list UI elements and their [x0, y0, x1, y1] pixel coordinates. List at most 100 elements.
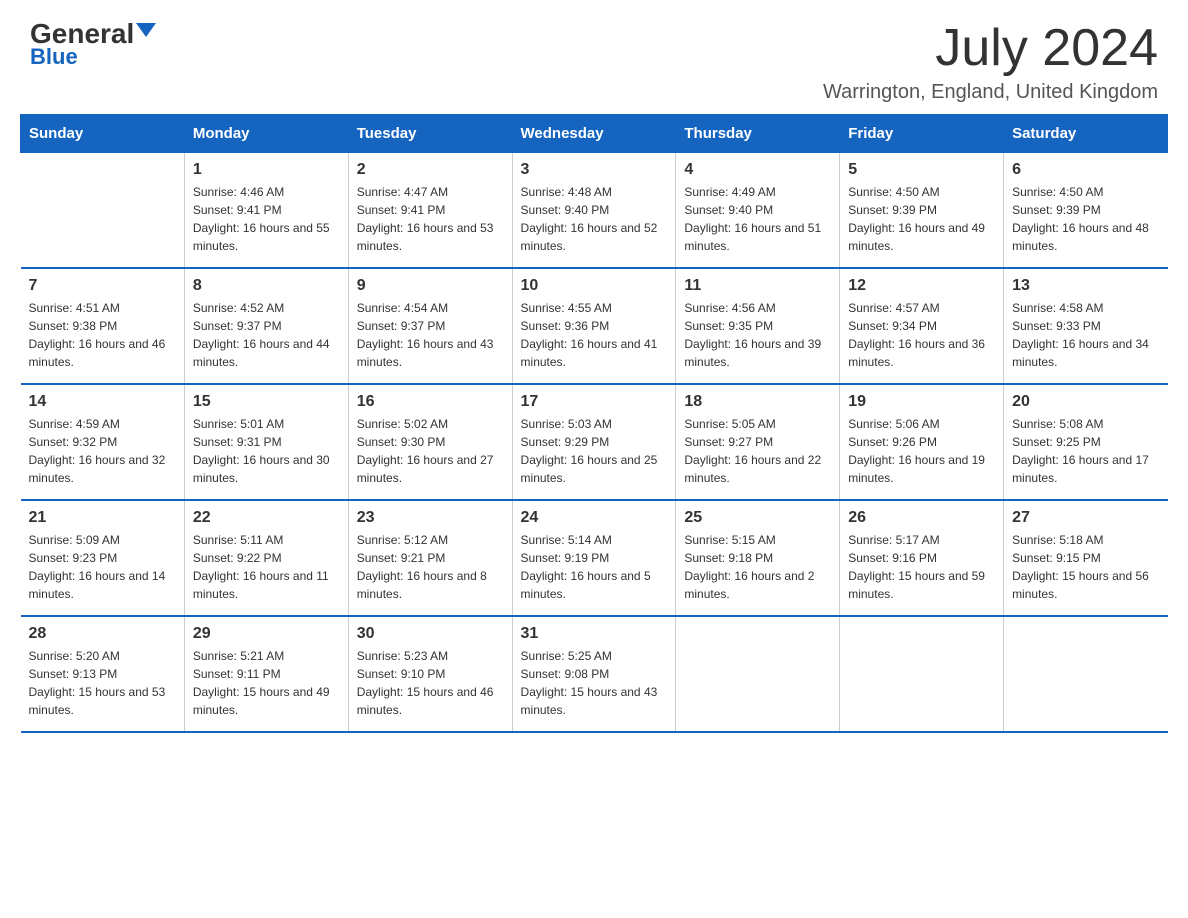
title-area: July 2024 Warrington, England, United Ki…	[823, 20, 1158, 104]
day-info: Sunrise: 5:03 AMSunset: 9:29 PMDaylight:…	[521, 415, 668, 487]
calendar-day-cell: 16Sunrise: 5:02 AMSunset: 9:30 PMDayligh…	[348, 384, 512, 500]
day-info: Sunrise: 4:52 AMSunset: 9:37 PMDaylight:…	[193, 299, 340, 371]
calendar-week-row: 1Sunrise: 4:46 AMSunset: 9:41 PMDaylight…	[21, 153, 1168, 269]
calendar-day-cell: 13 Sunrise: 4:58 AMSunset: 9:33 PMDayligh…	[1004, 268, 1168, 384]
col-friday: Friday	[840, 115, 1004, 153]
day-number: 19	[848, 393, 995, 411]
day-info: Sunrise: 5:12 AMSunset: 9:21 PMDaylight:…	[357, 531, 504, 603]
day-number: 30	[357, 625, 504, 643]
col-sunday: Sunday	[21, 115, 185, 153]
calendar-day-cell: 4Sunrise: 4:49 AMSunset: 9:40 PMDaylight…	[676, 153, 840, 269]
calendar-day-cell: 14Sunrise: 4:59 AMSunset: 9:32 PMDayligh…	[21, 384, 185, 500]
day-number: 9	[357, 277, 504, 295]
day-info: Sunrise: 5:09 AMSunset: 9:23 PMDaylight:…	[29, 531, 176, 603]
calendar-day-cell	[676, 616, 840, 732]
calendar-title: July 2024	[823, 20, 1158, 77]
day-number: 10	[521, 277, 668, 295]
calendar-header-row: Sunday Monday Tuesday Wednesday Thursday…	[21, 115, 1168, 153]
day-info: Sunrise: 4:57 AMSunset: 9:34 PMDaylight:…	[848, 299, 995, 371]
day-info: Sunrise: 4:50 AMSunset: 9:39 PMDaylight:…	[848, 183, 995, 255]
calendar-day-cell: 6Sunrise: 4:50 AMSunset: 9:39 PMDaylight…	[1004, 153, 1168, 269]
day-number: 22	[193, 509, 340, 527]
logo-blue: Blue	[30, 44, 78, 70]
day-info: Sunrise: 4:51 AMSunset: 9:38 PMDaylight:…	[29, 299, 176, 371]
day-number: 13	[1012, 277, 1159, 295]
day-info: Sunrise: 4:47 AMSunset: 9:41 PMDaylight:…	[357, 183, 504, 255]
day-info: Sunrise: 5:25 AMSunset: 9:08 PMDaylight:…	[521, 647, 668, 719]
day-info: Sunrise: 5:05 AMSunset: 9:27 PMDaylight:…	[684, 415, 831, 487]
logo-triangle-icon	[136, 23, 156, 37]
day-number: 31	[521, 625, 668, 643]
day-info: Sunrise: 4:56 AMSunset: 9:35 PMDaylight:…	[684, 299, 831, 371]
day-info: Sunrise: 4:46 AMSunset: 9:41 PMDaylight:…	[193, 183, 340, 255]
calendar-week-row: 7Sunrise: 4:51 AMSunset: 9:38 PMDaylight…	[21, 268, 1168, 384]
day-info: Sunrise: 5:01 AMSunset: 9:31 PMDaylight:…	[193, 415, 340, 487]
calendar-day-cell: 27 Sunrise: 5:18 AMSunset: 9:15 PMDayligh…	[1004, 500, 1168, 616]
page-header: General Blue July 2024 Warrington, Engla…	[0, 0, 1188, 114]
day-number: 20	[1012, 393, 1159, 411]
calendar-day-cell: 1Sunrise: 4:46 AMSunset: 9:41 PMDaylight…	[184, 153, 348, 269]
calendar-day-cell: 21Sunrise: 5:09 AMSunset: 9:23 PMDayligh…	[21, 500, 185, 616]
day-number: 11	[684, 277, 831, 295]
day-number: 2	[357, 161, 504, 179]
calendar-day-cell: 17 Sunrise: 5:03 AMSunset: 9:29 PMDayligh…	[512, 384, 676, 500]
calendar-day-cell: 30 Sunrise: 5:23 AMSunset: 9:10 PMDayligh…	[348, 616, 512, 732]
calendar-day-cell	[840, 616, 1004, 732]
day-info: Sunrise: 5:06 AMSunset: 9:26 PMDaylight:…	[848, 415, 995, 487]
calendar-day-cell: 10Sunrise: 4:55 AMSunset: 9:36 PMDayligh…	[512, 268, 676, 384]
day-number: 8	[193, 277, 340, 295]
calendar-week-row: 28 Sunrise: 5:20 AMSunset: 9:13 PMDayligh…	[21, 616, 1168, 732]
col-thursday: Thursday	[676, 115, 840, 153]
calendar-day-cell: 31 Sunrise: 5:25 AMSunset: 9:08 PMDayligh…	[512, 616, 676, 732]
day-info: Sunrise: 4:58 AMSunset: 9:33 PMDaylight:…	[1012, 299, 1159, 371]
calendar-day-cell: 15 Sunrise: 5:01 AMSunset: 9:31 PMDayligh…	[184, 384, 348, 500]
day-number: 27	[1012, 509, 1159, 527]
calendar-container: Sunday Monday Tuesday Wednesday Thursday…	[0, 114, 1188, 753]
col-tuesday: Tuesday	[348, 115, 512, 153]
day-info: Sunrise: 5:14 AMSunset: 9:19 PMDaylight:…	[521, 531, 668, 603]
calendar-day-cell: 2 Sunrise: 4:47 AMSunset: 9:41 PMDaylight…	[348, 153, 512, 269]
day-number: 26	[848, 509, 995, 527]
day-number: 17	[521, 393, 668, 411]
day-number: 16	[357, 393, 504, 411]
logo: General Blue	[30, 20, 156, 70]
calendar-day-cell	[1004, 616, 1168, 732]
calendar-day-cell: 24 Sunrise: 5:14 AMSunset: 9:19 PMDayligh…	[512, 500, 676, 616]
day-number: 14	[29, 393, 176, 411]
col-wednesday: Wednesday	[512, 115, 676, 153]
day-info: Sunrise: 5:20 AMSunset: 9:13 PMDaylight:…	[29, 647, 176, 719]
calendar-day-cell: 9 Sunrise: 4:54 AMSunset: 9:37 PMDaylight…	[348, 268, 512, 384]
day-number: 3	[521, 161, 668, 179]
day-number: 15	[193, 393, 340, 411]
calendar-day-cell: 28 Sunrise: 5:20 AMSunset: 9:13 PMDayligh…	[21, 616, 185, 732]
calendar-day-cell: 26 Sunrise: 5:17 AMSunset: 9:16 PMDayligh…	[840, 500, 1004, 616]
col-saturday: Saturday	[1004, 115, 1168, 153]
day-number: 18	[684, 393, 831, 411]
day-number: 23	[357, 509, 504, 527]
calendar-day-cell: 8 Sunrise: 4:52 AMSunset: 9:37 PMDaylight…	[184, 268, 348, 384]
calendar-table: Sunday Monday Tuesday Wednesday Thursday…	[20, 114, 1168, 733]
day-info: Sunrise: 4:49 AMSunset: 9:40 PMDaylight:…	[684, 183, 831, 255]
day-number: 25	[684, 509, 831, 527]
day-info: Sunrise: 5:17 AMSunset: 9:16 PMDaylight:…	[848, 531, 995, 603]
calendar-day-cell: 7Sunrise: 4:51 AMSunset: 9:38 PMDaylight…	[21, 268, 185, 384]
day-info: Sunrise: 5:21 AMSunset: 9:11 PMDaylight:…	[193, 647, 340, 719]
calendar-day-cell: 18 Sunrise: 5:05 AMSunset: 9:27 PMDayligh…	[676, 384, 840, 500]
col-monday: Monday	[184, 115, 348, 153]
day-number: 24	[521, 509, 668, 527]
location-subtitle: Warrington, England, United Kingdom	[823, 81, 1158, 104]
calendar-day-cell: 19 Sunrise: 5:06 AMSunset: 9:26 PMDayligh…	[840, 384, 1004, 500]
day-number: 6	[1012, 161, 1159, 179]
day-info: Sunrise: 4:54 AMSunset: 9:37 PMDaylight:…	[357, 299, 504, 371]
day-info: Sunrise: 4:48 AMSunset: 9:40 PMDaylight:…	[521, 183, 668, 255]
day-info: Sunrise: 5:23 AMSunset: 9:10 PMDaylight:…	[357, 647, 504, 719]
day-info: Sunrise: 5:11 AMSunset: 9:22 PMDaylight:…	[193, 531, 340, 603]
calendar-day-cell: 20 Sunrise: 5:08 AMSunset: 9:25 PMDayligh…	[1004, 384, 1168, 500]
calendar-day-cell: 3 Sunrise: 4:48 AMSunset: 9:40 PMDaylight…	[512, 153, 676, 269]
day-info: Sunrise: 5:08 AMSunset: 9:25 PMDaylight:…	[1012, 415, 1159, 487]
day-info: Sunrise: 5:18 AMSunset: 9:15 PMDaylight:…	[1012, 531, 1159, 603]
calendar-day-cell: 25Sunrise: 5:15 AMSunset: 9:18 PMDayligh…	[676, 500, 840, 616]
calendar-week-row: 14Sunrise: 4:59 AMSunset: 9:32 PMDayligh…	[21, 384, 1168, 500]
day-number: 28	[29, 625, 176, 643]
calendar-day-cell: 11 Sunrise: 4:56 AMSunset: 9:35 PMDayligh…	[676, 268, 840, 384]
